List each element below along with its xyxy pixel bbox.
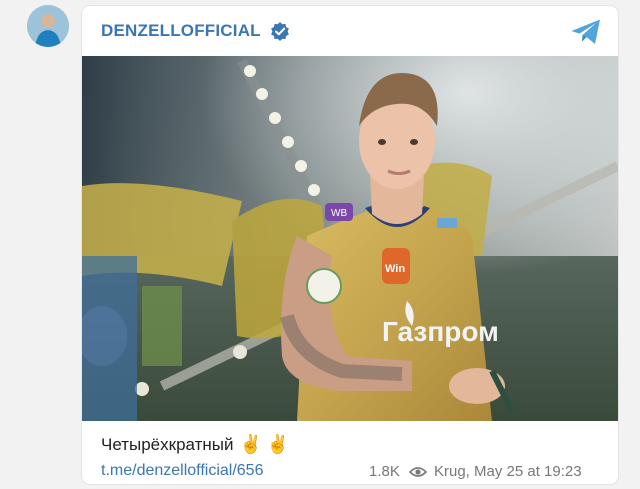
telegram-plane-icon[interactable]	[570, 18, 602, 46]
view-count: 1.8K	[369, 463, 400, 480]
sleeve-badge-text: WB	[331, 208, 347, 219]
chest-badge-text: Win	[385, 263, 405, 275]
author-and-date: Krug, May 25 at 19:23	[434, 463, 582, 480]
eye-icon	[409, 467, 427, 477]
post-caption: Четырёхкратный ✌️ ✌️	[101, 434, 289, 455]
avatar-image	[27, 5, 69, 47]
verified-check-icon	[271, 22, 289, 41]
post-card: DENZELLOFFICIAL WB Win Газпром Четырёхкр…	[82, 6, 618, 484]
post-photo[interactable]: WB Win Газпром	[82, 56, 618, 421]
caption-text: Четырёхкратный	[101, 434, 234, 454]
post-link[interactable]: t.me/denzellofficial/656	[101, 462, 263, 480]
jersey-sponsor-text: Газпром	[382, 316, 499, 347]
channel-name[interactable]: DENZELLOFFICIAL	[101, 21, 261, 41]
victory-hand-emoji: ✌️ ✌️	[239, 434, 290, 454]
channel-avatar[interactable]	[27, 5, 69, 47]
post-header: DENZELLOFFICIAL	[82, 6, 618, 56]
